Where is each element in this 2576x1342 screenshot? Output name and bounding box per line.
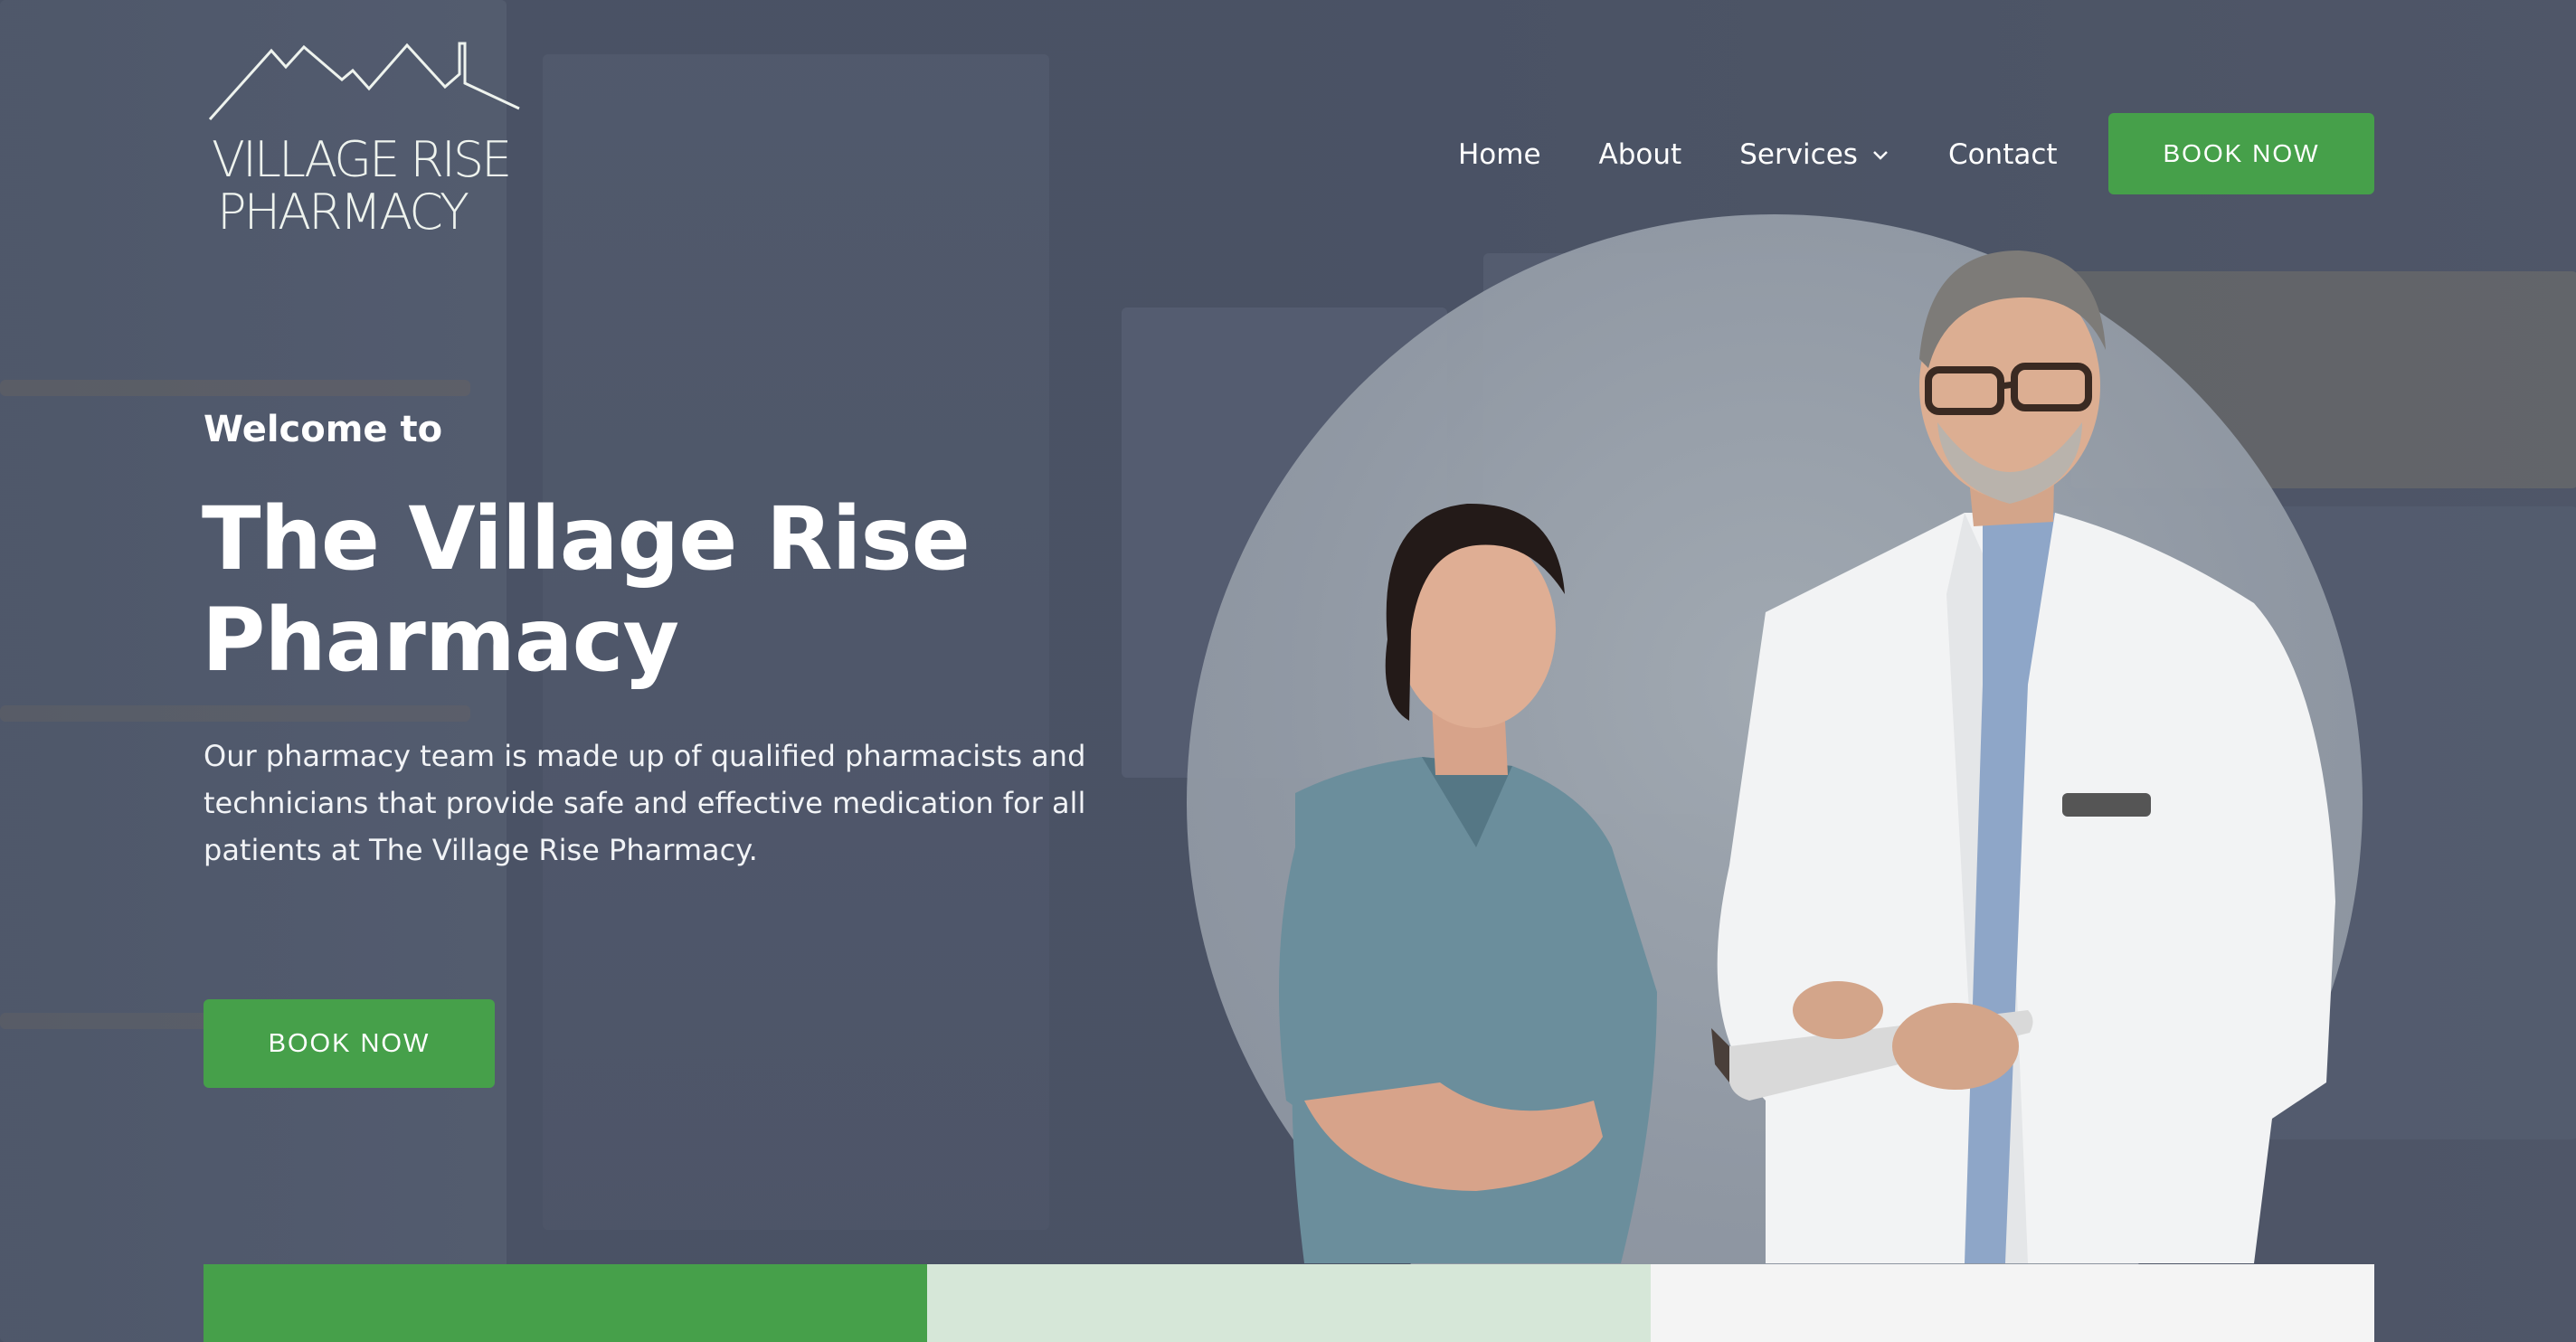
nav-contact[interactable]: Contact — [1948, 138, 2058, 171]
book-now-header-button[interactable]: BOOK NOW — [2108, 113, 2374, 194]
book-now-hero-button[interactable]: BOOK NOW — [204, 999, 495, 1088]
main-navigation: Home About Services Contact — [1458, 113, 2116, 196]
pharmacists-photo — [1187, 214, 2363, 1342]
nav-about[interactable]: About — [1599, 138, 1682, 171]
site-logo[interactable]: VILLAGE RISE PHARMACY — [208, 36, 525, 244]
feature-strip-segment-3[interactable] — [1651, 1264, 2374, 1342]
house-roofline-icon — [208, 42, 520, 121]
hero-title: The Village Rise Pharmacy — [202, 488, 971, 691]
feature-strip-segment-1[interactable] — [204, 1264, 927, 1342]
nav-home[interactable]: Home — [1458, 138, 1541, 171]
chevron-down-icon — [1873, 151, 1888, 160]
feature-strip — [204, 1264, 2374, 1342]
nav-services[interactable]: Services — [1739, 138, 1890, 171]
logo-line-2: PHARMACY — [217, 184, 469, 241]
nav-services-label: Services — [1739, 138, 1858, 171]
hero-description: Our pharmacy team is made up of qualifie… — [204, 739, 1086, 867]
logo-line-1: VILLAGE RISE — [212, 131, 512, 188]
hero-section: VILLAGE RISE PHARMACY Home About Service… — [0, 0, 2576, 1342]
feature-strip-segment-2[interactable] — [927, 1264, 1651, 1342]
pharmacists-illustration — [1279, 250, 2335, 1263]
welcome-label: Welcome to — [204, 409, 443, 450]
